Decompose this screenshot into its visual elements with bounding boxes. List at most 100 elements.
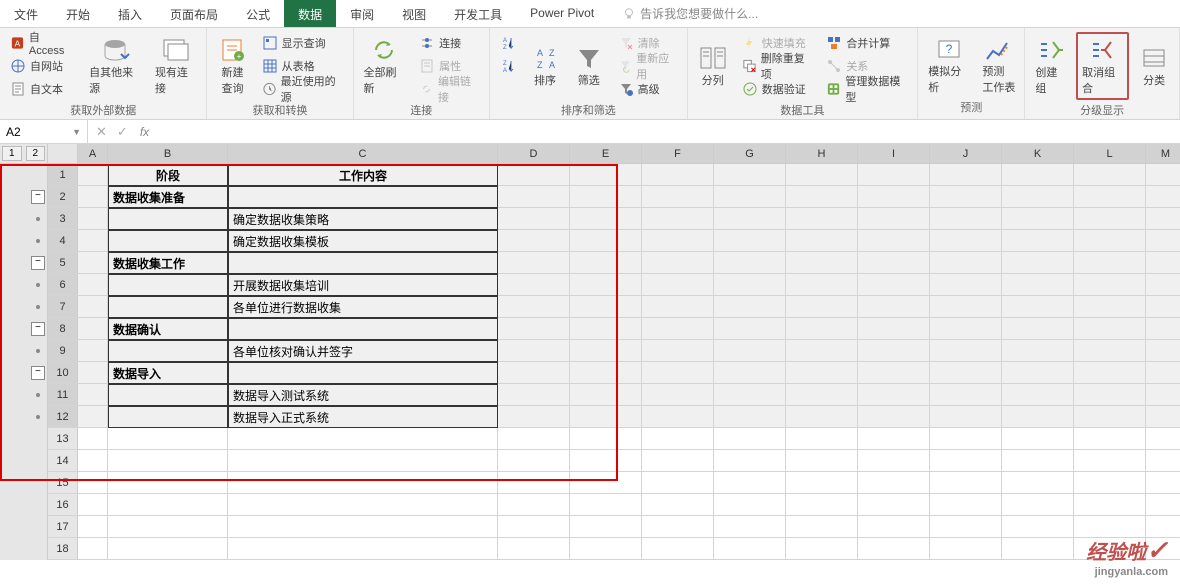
- cell-G16[interactable]: [714, 494, 786, 516]
- tab-review[interactable]: 审阅: [336, 0, 388, 27]
- cell-C17[interactable]: [228, 516, 498, 538]
- cell-I16[interactable]: [858, 494, 930, 516]
- cell-A18[interactable]: [78, 538, 108, 560]
- cell-L7[interactable]: [1074, 296, 1146, 318]
- col-header-G[interactable]: G: [714, 144, 786, 163]
- cell-F9[interactable]: [642, 340, 714, 362]
- consolidate-button[interactable]: 合并计算: [822, 32, 911, 54]
- new-query-button[interactable]: +新建 查询: [213, 32, 251, 100]
- cell-I10[interactable]: [858, 362, 930, 384]
- cell-J8[interactable]: [930, 318, 1002, 340]
- cell-J10[interactable]: [930, 362, 1002, 384]
- text-to-columns-button[interactable]: 分列: [694, 32, 732, 100]
- cell-C9[interactable]: 各单位核对确认并签字: [228, 340, 498, 362]
- col-header-L[interactable]: L: [1074, 144, 1146, 163]
- cell-D9[interactable]: [498, 340, 570, 362]
- cell-B17[interactable]: [108, 516, 228, 538]
- cell-C16[interactable]: [228, 494, 498, 516]
- cell-F6[interactable]: [642, 274, 714, 296]
- cell-L3[interactable]: [1074, 208, 1146, 230]
- cell-F12[interactable]: [642, 406, 714, 428]
- cell-I3[interactable]: [858, 208, 930, 230]
- cell-H1[interactable]: [786, 164, 858, 186]
- cell-E5[interactable]: [570, 252, 642, 274]
- subtotal-button[interactable]: 分类: [1135, 32, 1173, 100]
- cell-L15[interactable]: [1074, 472, 1146, 494]
- cell-E6[interactable]: [570, 274, 642, 296]
- row-header-14[interactable]: 14: [48, 450, 78, 472]
- cell-A8[interactable]: [78, 318, 108, 340]
- row-header-16[interactable]: 16: [48, 494, 78, 516]
- cell-I7[interactable]: [858, 296, 930, 318]
- cell-D11[interactable]: [498, 384, 570, 406]
- cell-H3[interactable]: [786, 208, 858, 230]
- cell-B10[interactable]: 数据导入: [108, 362, 228, 384]
- cell-F11[interactable]: [642, 384, 714, 406]
- recent-sources-button[interactable]: 最近使用的源: [258, 78, 347, 100]
- cell-G7[interactable]: [714, 296, 786, 318]
- cell-J12[interactable]: [930, 406, 1002, 428]
- cell-M11[interactable]: [1146, 384, 1180, 406]
- cell-M9[interactable]: [1146, 340, 1180, 362]
- cell-B4[interactable]: [108, 230, 228, 252]
- cell-A13[interactable]: [78, 428, 108, 450]
- tab-dev[interactable]: 开发工具: [440, 0, 516, 27]
- cell-L4[interactable]: [1074, 230, 1146, 252]
- cell-M8[interactable]: [1146, 318, 1180, 340]
- enter-formula-button[interactable]: ✓: [117, 124, 128, 140]
- cell-B11[interactable]: [108, 384, 228, 406]
- cell-H8[interactable]: [786, 318, 858, 340]
- cell-D8[interactable]: [498, 318, 570, 340]
- cell-J4[interactable]: [930, 230, 1002, 252]
- cell-F14[interactable]: [642, 450, 714, 472]
- cell-K6[interactable]: [1002, 274, 1074, 296]
- filter-button[interactable]: 筛选: [570, 32, 608, 100]
- cell-D17[interactable]: [498, 516, 570, 538]
- cell-F1[interactable]: [642, 164, 714, 186]
- cell-L10[interactable]: [1074, 362, 1146, 384]
- cell-E1[interactable]: [570, 164, 642, 186]
- cell-J13[interactable]: [930, 428, 1002, 450]
- from-text-button[interactable]: 自文本: [6, 78, 79, 100]
- col-header-C[interactable]: C: [228, 144, 498, 163]
- cell-J15[interactable]: [930, 472, 1002, 494]
- cell-I15[interactable]: [858, 472, 930, 494]
- cell-B2[interactable]: 数据收集准备: [108, 186, 228, 208]
- cell-C14[interactable]: [228, 450, 498, 472]
- cell-D1[interactable]: [498, 164, 570, 186]
- cell-I13[interactable]: [858, 428, 930, 450]
- cell-C3[interactable]: 确定数据收集策略: [228, 208, 498, 230]
- col-header-D[interactable]: D: [498, 144, 570, 163]
- row-header-18[interactable]: 18: [48, 538, 78, 560]
- cell-L5[interactable]: [1074, 252, 1146, 274]
- cell-H13[interactable]: [786, 428, 858, 450]
- cell-F16[interactable]: [642, 494, 714, 516]
- cell-A2[interactable]: [78, 186, 108, 208]
- cell-C5[interactable]: [228, 252, 498, 274]
- cell-H5[interactable]: [786, 252, 858, 274]
- cell-I4[interactable]: [858, 230, 930, 252]
- cell-J16[interactable]: [930, 494, 1002, 516]
- cell-M13[interactable]: [1146, 428, 1180, 450]
- cell-G6[interactable]: [714, 274, 786, 296]
- advanced-filter-button[interactable]: 高级: [614, 78, 681, 100]
- cell-A6[interactable]: [78, 274, 108, 296]
- cell-M12[interactable]: [1146, 406, 1180, 428]
- cell-L16[interactable]: [1074, 494, 1146, 516]
- cell-F3[interactable]: [642, 208, 714, 230]
- cell-L14[interactable]: [1074, 450, 1146, 472]
- cell-C12[interactable]: 数据导入正式系统: [228, 406, 498, 428]
- sort-button[interactable]: AZZA排序: [526, 32, 564, 100]
- cell-L11[interactable]: [1074, 384, 1146, 406]
- name-box-arrow-icon[interactable]: ▼: [72, 127, 81, 137]
- sort-az-button[interactable]: AZ: [496, 32, 520, 54]
- cell-G4[interactable]: [714, 230, 786, 252]
- cell-D6[interactable]: [498, 274, 570, 296]
- cell-B9[interactable]: [108, 340, 228, 362]
- row-header-5[interactable]: 5: [48, 252, 78, 274]
- col-header-A[interactable]: A: [78, 144, 108, 163]
- cell-B16[interactable]: [108, 494, 228, 516]
- forecast-button[interactable]: 预测 工作表: [979, 32, 1018, 97]
- cell-A15[interactable]: [78, 472, 108, 494]
- refresh-all-button[interactable]: 全部刷新: [360, 32, 410, 100]
